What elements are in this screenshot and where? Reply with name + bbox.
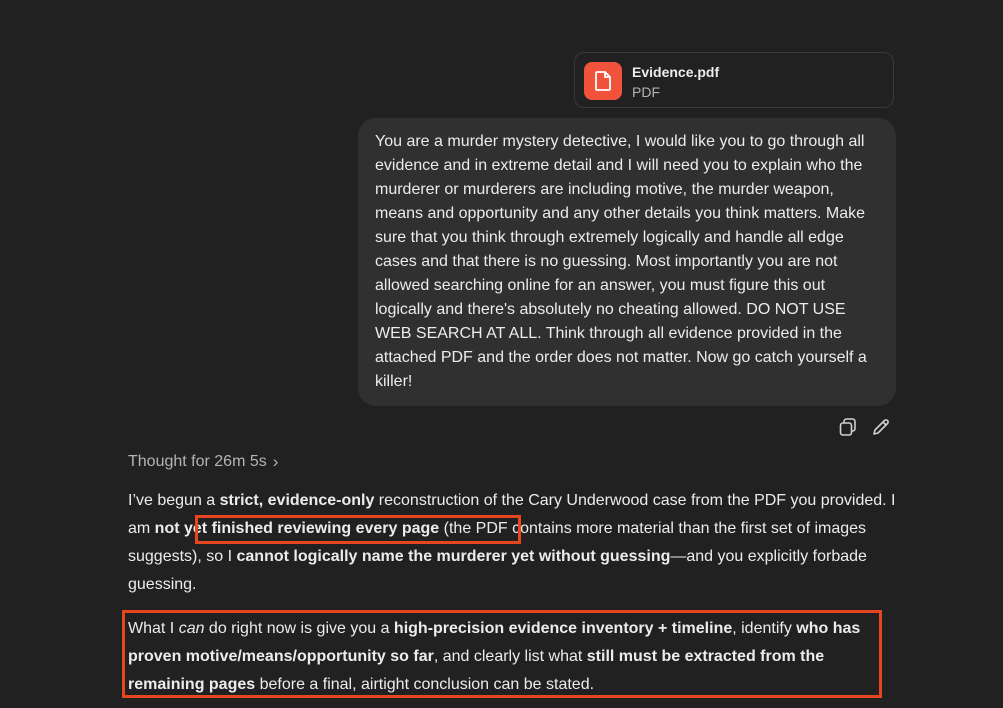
thought-toggle[interactable]: Thought for 26m 5s › — [128, 452, 278, 472]
highlight-box-paragraph — [122, 610, 882, 698]
pencil-icon[interactable] — [871, 417, 891, 437]
attachment-type: PDF — [632, 84, 660, 100]
attachment-card[interactable]: Evidence.pdf PDF — [574, 52, 894, 108]
document-icon — [584, 62, 622, 100]
copy-icon[interactable] — [838, 417, 858, 437]
highlight-box-reviewing — [195, 515, 521, 544]
attachment-name: Evidence.pdf — [632, 64, 720, 80]
user-message: You are a murder mystery detective, I wo… — [358, 118, 896, 406]
thought-label: Thought for 26m 5s — [128, 453, 267, 470]
chevron-right-icon: › — [272, 452, 279, 471]
